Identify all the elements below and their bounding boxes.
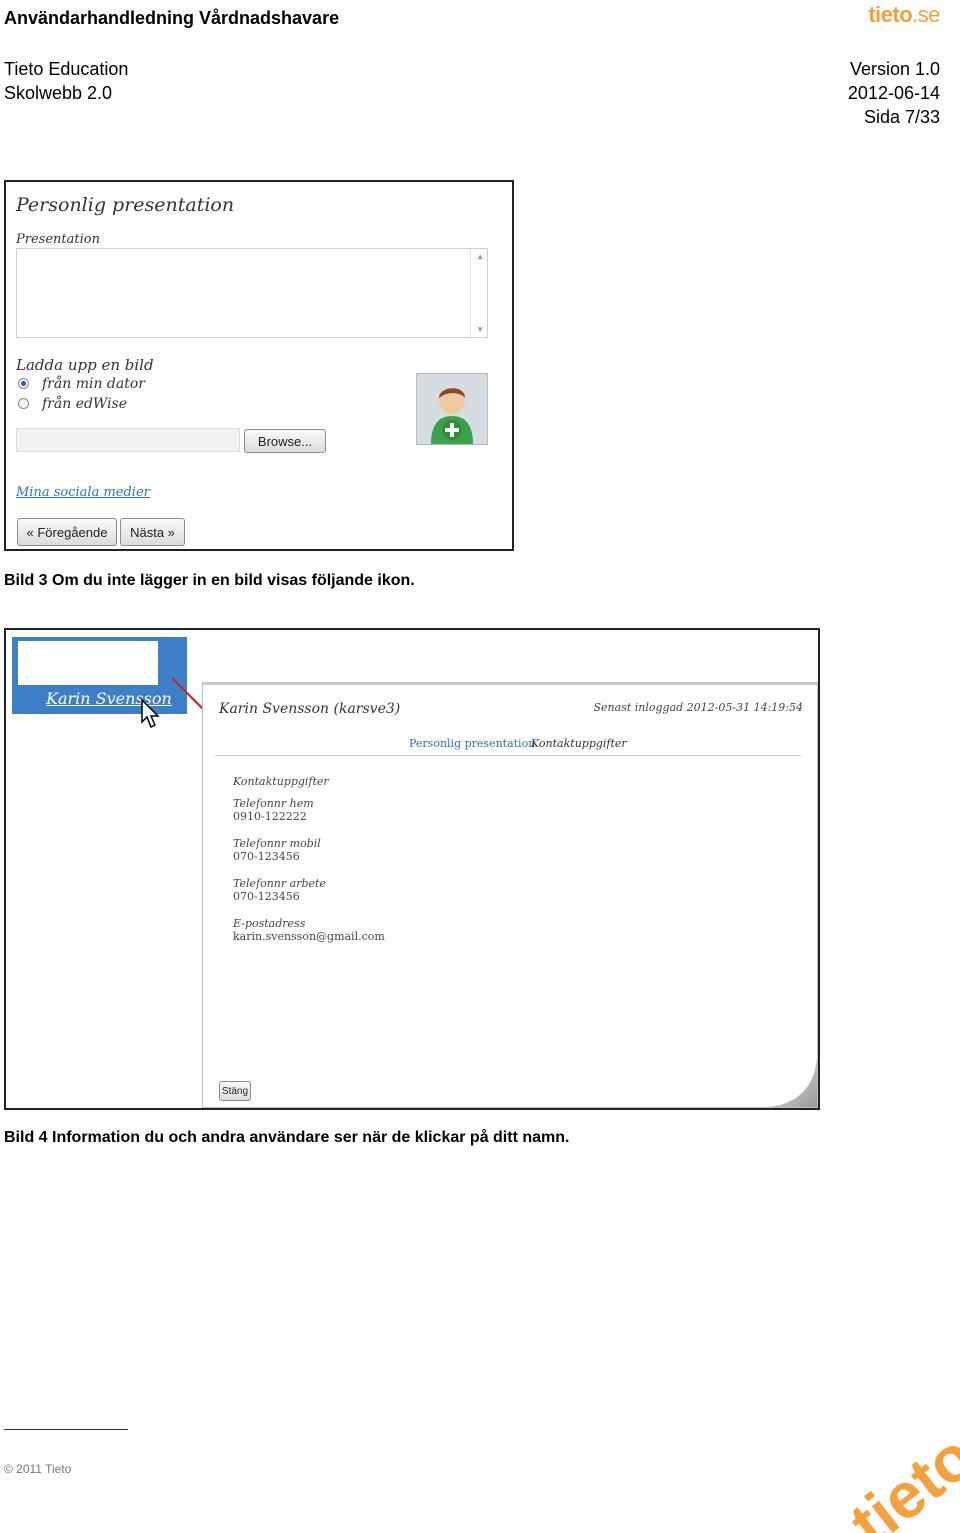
last-login: Senast inloggad 2012-05-31 14:19:54 — [593, 701, 804, 714]
caption-figure-4: Bild 4 Information du och andra användar… — [4, 1129, 570, 1146]
profile-name: Karin Svensson (karsve3) — [219, 701, 401, 717]
logo-suffix: .se — [912, 2, 940, 27]
contact-field: Telefonnr hem 0910-122222 — [233, 797, 314, 823]
screenshot-personal-presentation: Personlig presentation Presentation ▲ ▼ … — [4, 180, 514, 551]
contact-field: Telefonnr mobil 070-123456 — [233, 837, 321, 863]
radio-from-computer[interactable] — [18, 378, 29, 389]
footnote-rule — [4, 1429, 128, 1430]
section-title: Personlig presentation — [16, 194, 235, 216]
tab-contact-info[interactable]: Kontaktuppgifter — [531, 737, 627, 750]
field-value: 070-123456 — [233, 890, 300, 903]
field-label: Telefonnr mobil — [233, 837, 321, 850]
previous-button[interactable]: « Föregående — [17, 518, 117, 546]
date: 2012-06-14 — [847, 83, 940, 103]
logo-text: tieto — [868, 2, 913, 27]
radio-label-from-computer: från min dator — [42, 376, 145, 392]
company-name: Tieto Education — [4, 59, 129, 79]
callout-white-area — [18, 641, 158, 685]
page-number: Sida 7/33 — [863, 107, 940, 127]
add-user-icon — [416, 373, 488, 445]
radio-label-from-edwise: från edWise — [42, 396, 128, 412]
copyright: © 2011 Tieto — [4, 1462, 72, 1476]
document-title: Användarhandledning Vårdnadshavare — [4, 8, 340, 28]
presentation-label: Presentation — [16, 232, 100, 247]
scroll-down-icon[interactable]: ▼ — [476, 325, 484, 334]
tieto-logo: tieto.se — [868, 2, 940, 28]
caption-figure-3: Bild 3 Om du inte lägger in en bild visa… — [4, 572, 415, 589]
radio-from-edwise[interactable] — [18, 398, 29, 409]
tieto-logo-large: tieto — [837, 1420, 960, 1533]
field-value: 070-123456 — [233, 850, 300, 863]
field-value[interactable]: karin.svensson@gmail.com — [233, 930, 385, 943]
contact-field: E-postadress karin.svensson@gmail.com — [233, 917, 385, 943]
file-path-input[interactable] — [16, 428, 240, 452]
close-button[interactable]: Stäng — [219, 1081, 251, 1101]
contact-section-title: Kontaktuppgifter — [233, 775, 329, 788]
upload-label: Ladda upp en bild — [16, 356, 154, 374]
logo-text-large: tieto — [837, 1420, 960, 1533]
version: Version 1.0 — [849, 59, 940, 79]
header-left: Tieto Education Skolwebb 2.0 — [4, 57, 128, 105]
field-label: Telefonnr hem — [233, 797, 314, 810]
browse-button[interactable]: Browse... — [244, 429, 326, 453]
header-right: Version 1.0 2012-06-14 Sida 7/33 — [848, 57, 940, 129]
presentation-textarea[interactable]: ▲ ▼ — [16, 248, 488, 338]
social-media-link[interactable]: Mina sociala medier — [16, 485, 150, 500]
field-value: 0910-122222 — [233, 810, 307, 823]
screenshot-profile-info: Karin Svensson Karin Svensson (karsve3) … — [4, 628, 820, 1110]
product-name: Skolwebb 2.0 — [4, 83, 113, 103]
field-label: E-postadress — [233, 917, 306, 930]
textarea-scrollbar[interactable]: ▲ ▼ — [470, 249, 487, 337]
profile-dialog: Karin Svensson (karsve3) Senast inloggad… — [202, 682, 818, 1108]
mouse-cursor-icon — [141, 698, 160, 729]
field-label: Telefonnr arbete — [233, 877, 326, 890]
divider — [215, 755, 801, 756]
contact-field: Telefonnr arbete 070-123456 — [233, 877, 326, 903]
tab-personal-presentation[interactable]: Personlig presentation — [409, 737, 535, 750]
page-curl — [767, 1057, 817, 1107]
scroll-up-icon[interactable]: ▲ — [476, 252, 484, 261]
next-button[interactable]: Nästa » — [120, 518, 185, 546]
